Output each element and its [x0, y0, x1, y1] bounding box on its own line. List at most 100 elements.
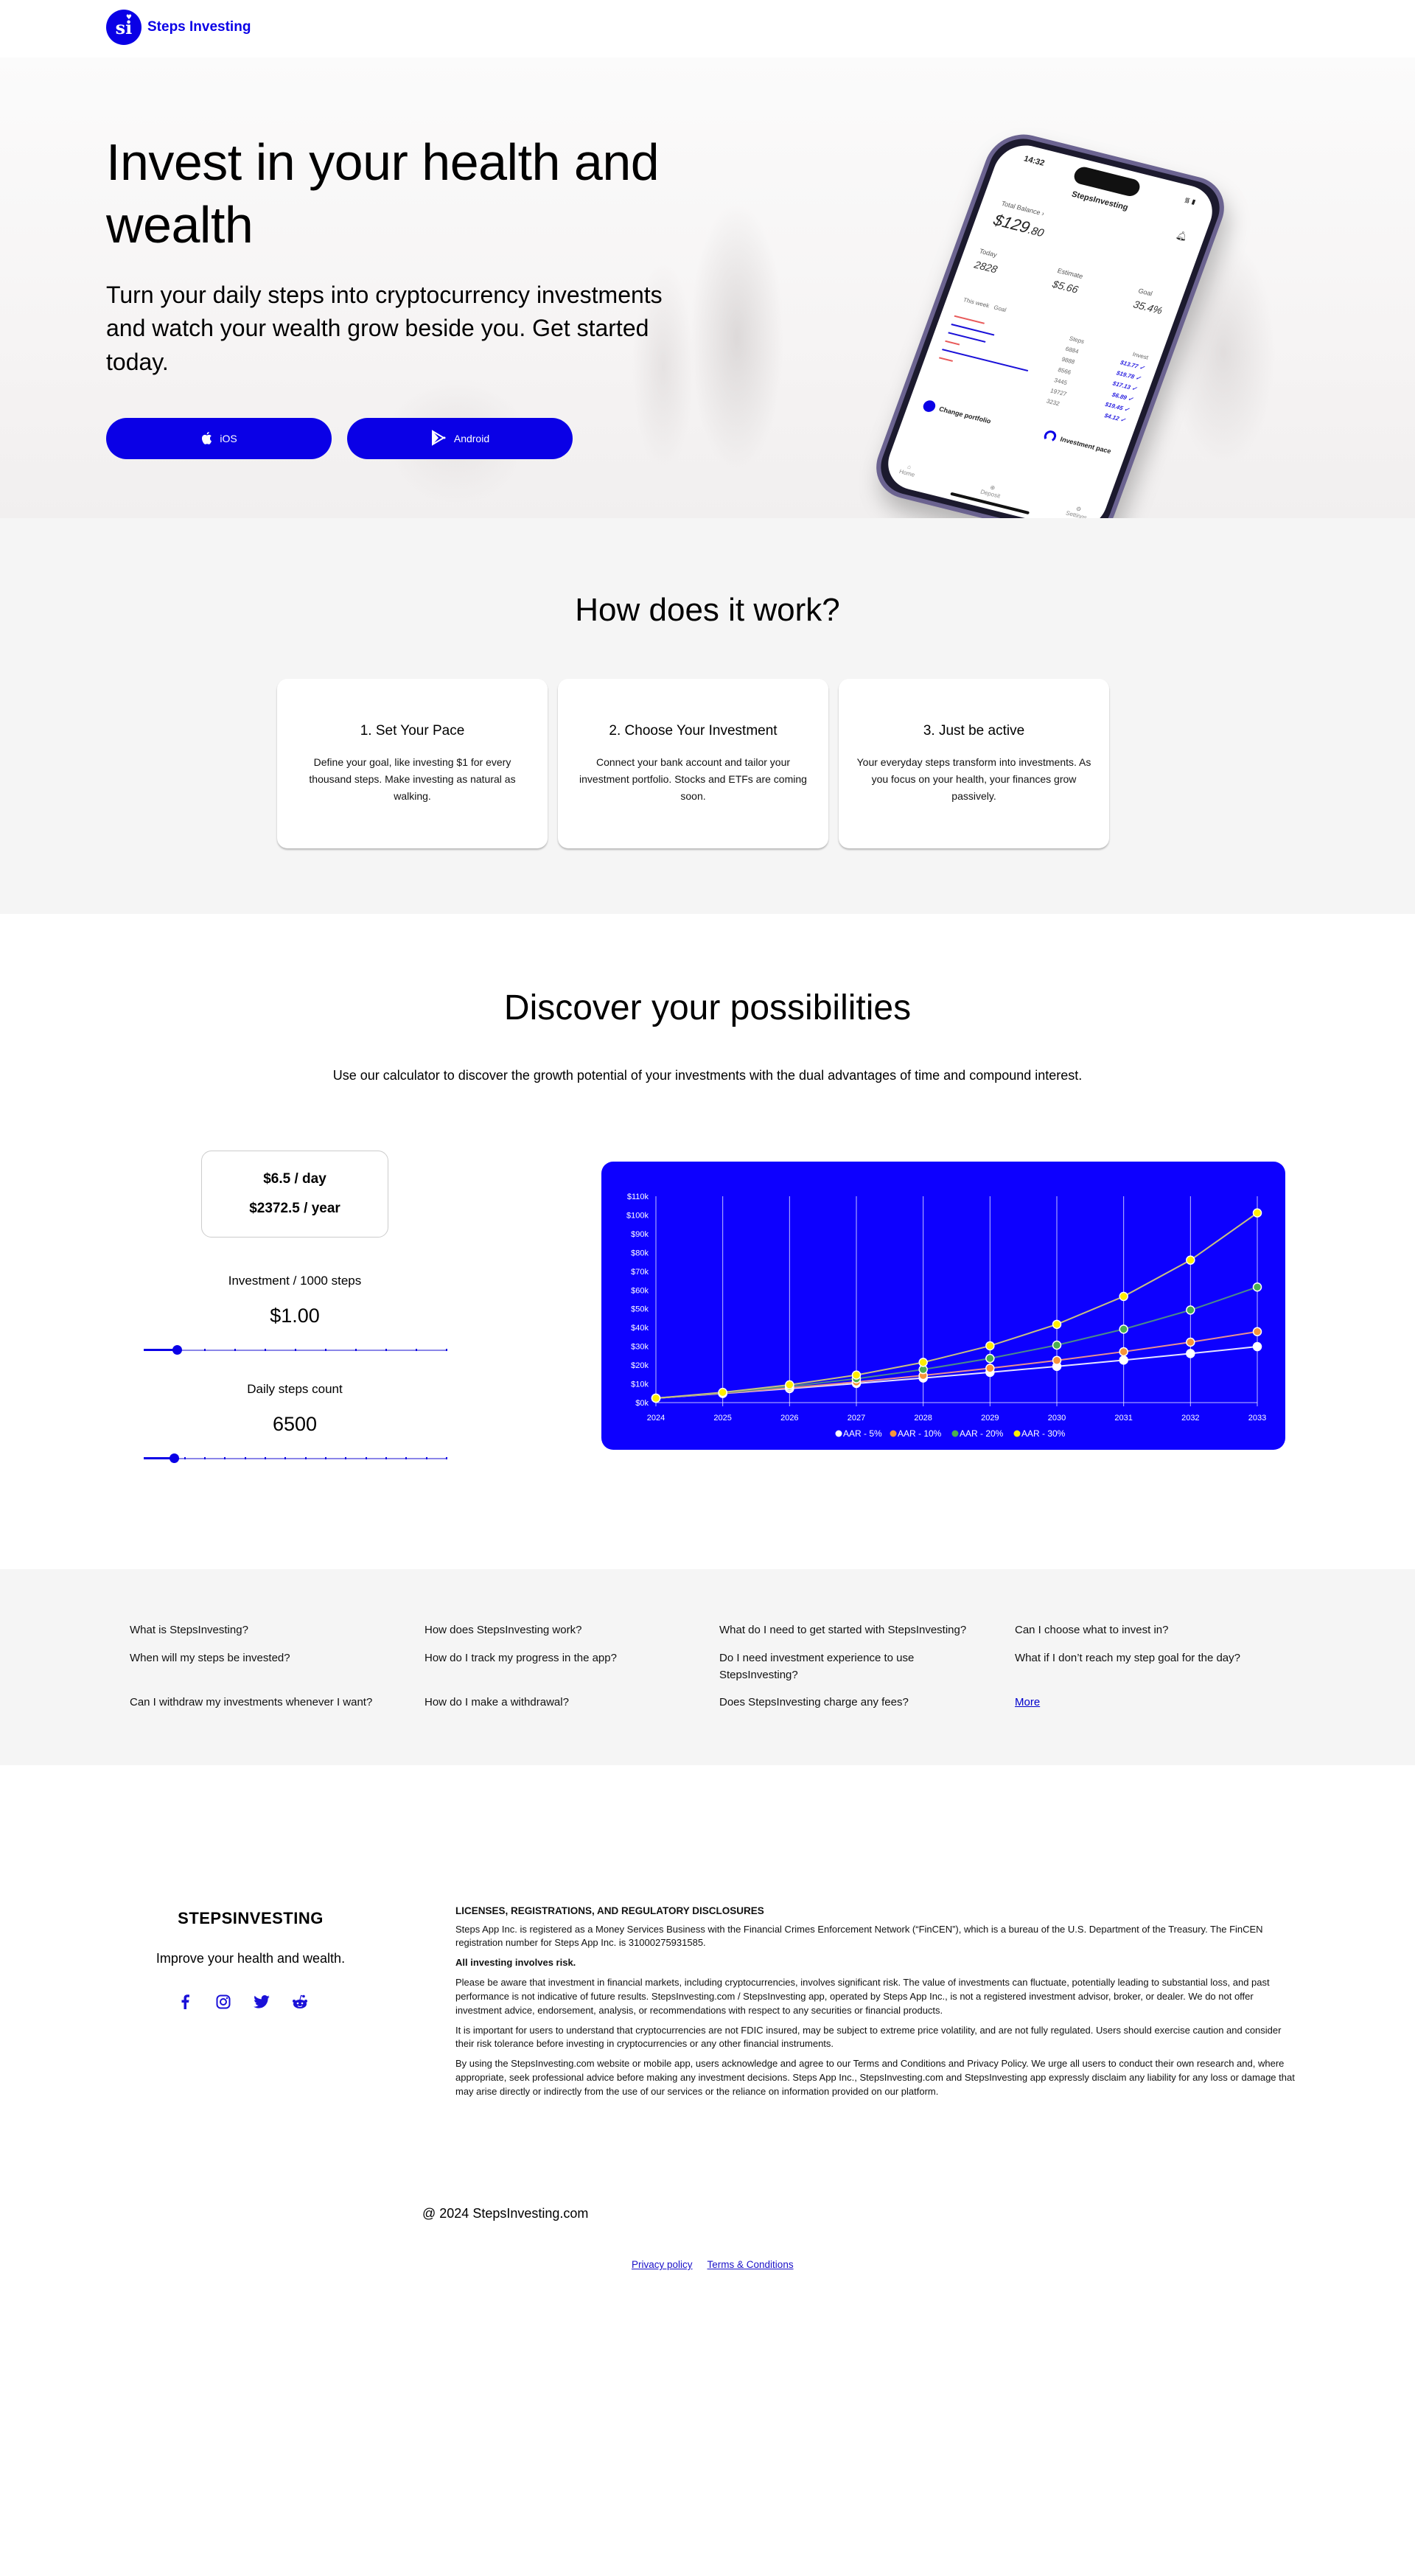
- faq-section: What is StepsInvesting? How does StepsIn…: [0, 1569, 1415, 1765]
- slider-tick: [416, 1349, 417, 1351]
- slider-thumb[interactable]: [172, 1345, 183, 1355]
- faq-item[interactable]: How do I track my progress in the app?: [424, 1650, 697, 1666]
- play-store-icon: [430, 429, 447, 448]
- phone-steps-header: Steps: [1068, 335, 1086, 346]
- daily-steps-value: 6500: [272, 1413, 318, 1435]
- slider-tick: [345, 1457, 347, 1459]
- slider-tick: [425, 1457, 427, 1459]
- android-label: Android: [453, 433, 490, 444]
- slider-tick: [355, 1349, 357, 1351]
- y-tick-label: $50k: [631, 1305, 649, 1314]
- slider-tick: [304, 1457, 307, 1459]
- twitter-icon[interactable]: [254, 1994, 270, 2010]
- faq-item[interactable]: Can I choose what to invest in?: [1015, 1622, 1288, 1638]
- data-point: [1252, 1208, 1262, 1218]
- logo[interactable]: si ♥: [106, 10, 142, 45]
- facebook-icon[interactable]: [177, 1994, 193, 2010]
- phone-row-invest: $13.77 ✓: [1119, 359, 1146, 371]
- faq-more-link[interactable]: More: [1015, 1694, 1040, 1711]
- phone-row-steps: 9888: [1061, 355, 1076, 366]
- faq-item[interactable]: When will my steps be invested?: [130, 1650, 402, 1666]
- legend-label: AAR - 20%: [960, 1428, 1004, 1439]
- disclosure-paragraph: Steps App Inc. is registered as a Money …: [455, 1923, 1263, 1949]
- hero-subtitle: Turn your daily steps into cryptocurrenc…: [106, 282, 663, 375]
- faq-item[interactable]: How does StepsInvesting work?: [424, 1622, 697, 1638]
- data-point: [985, 1364, 995, 1373]
- slider-track[interactable]: [144, 1458, 446, 1459]
- slider-thumb[interactable]: [170, 1453, 179, 1463]
- brand-name[interactable]: Steps Investing: [147, 19, 251, 35]
- x-tick-label: 2027: [848, 1414, 865, 1423]
- phone-week-bar: [945, 340, 960, 346]
- slider-tick: [385, 1457, 387, 1459]
- hero-title: Invest in your health and wealth: [106, 133, 660, 254]
- x-tick-label: 2033: [1248, 1414, 1266, 1423]
- slider-tick: [295, 1349, 296, 1351]
- how-title: How does it work?: [575, 592, 840, 628]
- x-tick-label: 2026: [780, 1414, 798, 1423]
- reddit-icon[interactable]: [292, 1994, 308, 2010]
- card-title: 1. Set Your Pace: [360, 723, 465, 739]
- slider-tick: [385, 1349, 387, 1351]
- phone-time: 14:32: [1022, 154, 1046, 168]
- faq-item[interactable]: How do I make a withdrawal?: [424, 1694, 697, 1711]
- legend-marker: [951, 1430, 959, 1437]
- faq-item[interactable]: What if I don’t reach my step goal for t…: [1015, 1650, 1288, 1666]
- phone-invest-header: Invest: [1131, 351, 1150, 361]
- phone-week-table: Steps Invest 6884 $13.77 ✓ 9888 $19.78 ✓ 8566…: [1044, 335, 1150, 428]
- data-point: [1052, 1355, 1062, 1365]
- phone-row-steps: 3445: [1052, 377, 1069, 387]
- x-tick-label: 2025: [713, 1414, 731, 1423]
- slider-tick: [325, 1349, 326, 1351]
- disclosure-paragraph: Please be aware that investment in finan…: [455, 1977, 1270, 2016]
- data-point: [1252, 1282, 1262, 1292]
- phone-nav-deposit: ⊕ Deposit: [979, 484, 1002, 500]
- faq-item[interactable]: Can I withdraw my investments whenever I…: [130, 1694, 402, 1711]
- card-title: 3. Just be active: [923, 723, 1025, 739]
- y-tick-label: $40k: [631, 1324, 649, 1333]
- data-point: [1052, 1340, 1062, 1350]
- gauge-icon: [1042, 429, 1058, 444]
- per-day-value: $6.5 / day: [263, 1171, 326, 1187]
- card-text: Define your goal, like investing $1 for …: [309, 756, 516, 803]
- faq-item[interactable]: What is StepsInvesting?: [130, 1622, 402, 1638]
- slider-tick: [224, 1457, 226, 1459]
- slider-tick: [325, 1457, 326, 1459]
- data-point: [1252, 1341, 1262, 1352]
- slider-tick: [405, 1457, 408, 1459]
- phone-row-steps: 8566: [1057, 366, 1072, 376]
- card-text: Your everyday steps transform into inves…: [856, 756, 1091, 803]
- android-download-button[interactable]: Android: [347, 418, 573, 459]
- phone-week-bar: [942, 349, 1029, 371]
- phone-goal-value: 35.4%: [1131, 298, 1164, 317]
- ios-download-button[interactable]: iOS: [106, 418, 332, 459]
- faq-item[interactable]: Do I need investment experience to use S…: [719, 1650, 985, 1684]
- slider-tick: [234, 1349, 236, 1351]
- footer-tagline: Improve your health and wealth.: [156, 1951, 346, 1966]
- y-tick-label: $30k: [631, 1343, 649, 1352]
- growth-chart-svg: 2024 2025 2026 2027 2028 2029 2030 2031 2032 2033…: [626, 1193, 1266, 1439]
- daily-steps-slider[interactable]: [144, 1453, 447, 1465]
- data-point: [985, 1353, 995, 1364]
- site-header: si ♥ Steps Investing: [106, 10, 251, 45]
- y-tick-label: $20k: [631, 1361, 649, 1370]
- pie-chart-icon: [921, 399, 937, 413]
- x-tick-label: 2028: [914, 1414, 932, 1423]
- heart-icon: ♥: [125, 14, 132, 21]
- footer-brand: STEPSINVESTING: [178, 1909, 324, 1927]
- phone-estimate-value: $5.66: [1050, 278, 1080, 296]
- x-tick-label: 2032: [1181, 1414, 1199, 1423]
- phone-change-portfolio: Change portfolio: [921, 399, 993, 427]
- disclosure-paragraph: By using the StepsInvesting.com website …: [455, 2058, 1295, 2097]
- phone-today-value: 2828: [972, 258, 999, 276]
- slider-tick: [204, 1349, 206, 1351]
- instagram-icon[interactable]: [215, 1994, 231, 2010]
- privacy-policy-link[interactable]: Privacy policy: [632, 2259, 693, 2270]
- slider-tick: [265, 1457, 266, 1459]
- terms-conditions-link[interactable]: Terms & Conditions: [708, 2259, 794, 2270]
- data-point: [1252, 1327, 1262, 1337]
- faq-item[interactable]: Does StepsInvesting charge any fees?: [719, 1694, 992, 1711]
- phone-row-invest: $4.12 ✓: [1103, 412, 1127, 424]
- investment-slider[interactable]: [144, 1344, 447, 1356]
- faq-item[interactable]: What do I need to get started with Steps…: [719, 1622, 992, 1638]
